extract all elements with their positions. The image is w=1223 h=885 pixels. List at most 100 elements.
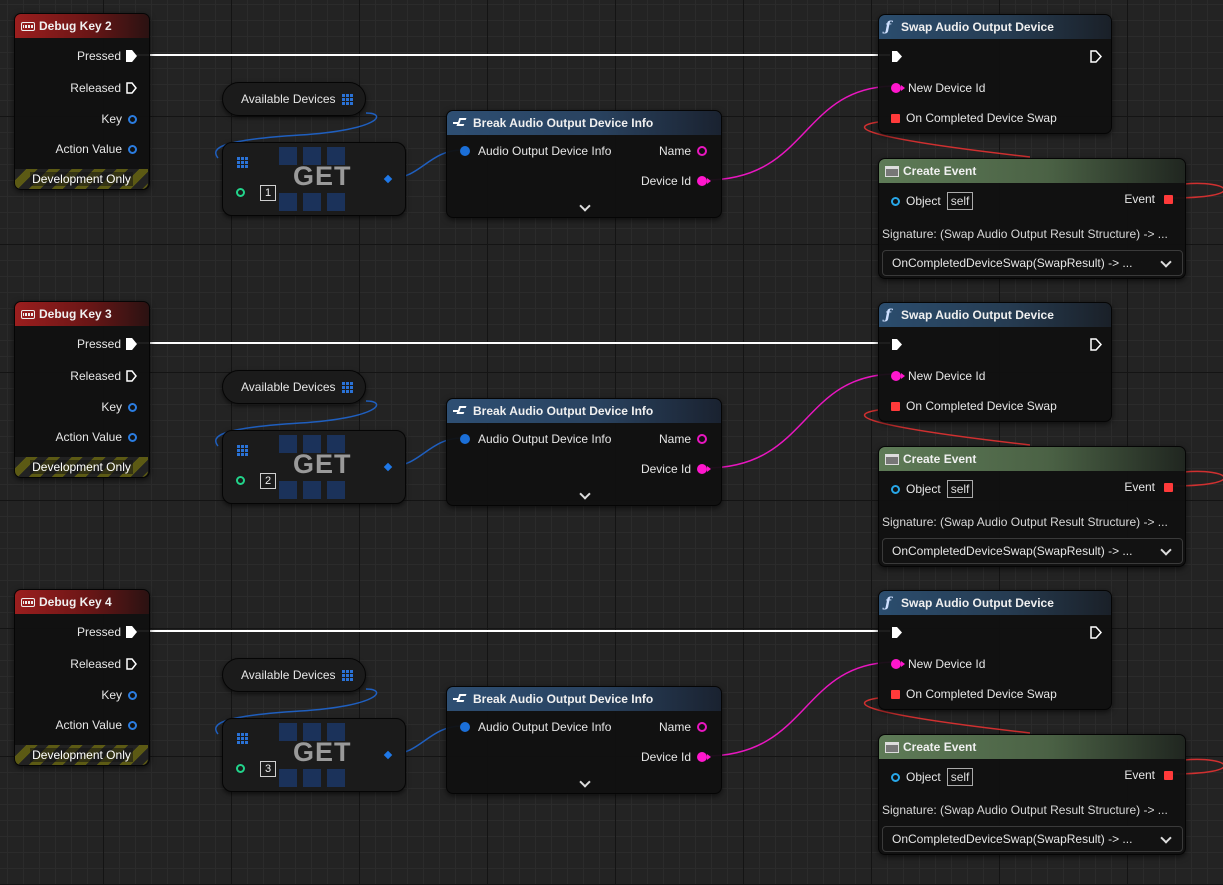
device-info-input-row[interactable]: Audio Output Device Info <box>460 432 611 446</box>
key-pin-icon[interactable] <box>128 114 137 124</box>
event-output-row[interactable]: Event <box>1124 480 1173 494</box>
array-get-node[interactable]: GET 2 <box>222 430 406 504</box>
function-dropdown[interactable]: OnCompletedDeviceSwap(SwapResult) -> ... <box>882 250 1183 276</box>
index-pin-icon[interactable] <box>236 188 245 197</box>
event-output-row[interactable]: Event <box>1124 768 1173 782</box>
on-completed-row[interactable]: On Completed Device Swap <box>891 399 1057 413</box>
struct-input-pin-icon[interactable] <box>460 722 470 732</box>
break-audio-output-device-info-node[interactable]: Break Audio Output Device Info Audio Out… <box>446 686 722 794</box>
pressed-pin-row[interactable]: Pressed <box>77 337 137 351</box>
name-output-pin-icon[interactable] <box>697 434 707 444</box>
delegate-pin-icon[interactable] <box>891 401 900 411</box>
delegate-pin-icon[interactable] <box>891 689 900 699</box>
key-pin-row[interactable]: Key <box>101 112 137 126</box>
key-pin-row[interactable]: Key <box>101 400 137 414</box>
index-input[interactable]: 3 <box>260 761 276 777</box>
name-output-row[interactable]: Name <box>659 720 707 734</box>
action-value-pin-icon[interactable] <box>128 720 137 730</box>
action-value-pin-icon[interactable] <box>128 144 137 154</box>
get-output-pin-icon[interactable] <box>383 174 393 184</box>
exec-out-pin-icon[interactable] <box>126 338 137 350</box>
key-pin-icon[interactable] <box>128 402 137 412</box>
name-output-pin-icon[interactable] <box>697 146 707 156</box>
event-output-pin-icon[interactable] <box>1164 770 1173 780</box>
exec-out-pin-icon[interactable] <box>126 50 137 62</box>
action-value-pin-row[interactable]: Action Value <box>56 430 137 444</box>
index-input[interactable]: 2 <box>260 473 276 489</box>
event-output-pin-icon[interactable] <box>1164 194 1173 204</box>
object-self-value[interactable]: self <box>946 768 974 786</box>
function-dropdown[interactable]: OnCompletedDeviceSwap(SwapResult) -> ... <box>882 826 1183 852</box>
object-pin-icon[interactable] <box>891 196 900 206</box>
object-pin-row[interactable]: Object self <box>891 192 974 210</box>
available-devices-node[interactable]: Available Devices <box>222 370 366 404</box>
index-input[interactable]: 1 <box>260 185 276 201</box>
exec-out-pin-icon[interactable] <box>1090 50 1103 63</box>
key-pin-row[interactable]: Key <box>101 688 137 702</box>
new-device-id-pin-icon[interactable] <box>891 659 905 669</box>
input-event-node[interactable]: Debug Key 4 Pressed Released Key Action … <box>14 589 150 766</box>
released-pin-row[interactable]: Released <box>70 81 137 95</box>
array-grid-icon[interactable] <box>237 445 248 456</box>
array-grid-icon[interactable] <box>341 381 353 393</box>
exec-out-pin-icon[interactable] <box>1090 338 1103 351</box>
device-id-output-row[interactable]: Device Id <box>641 462 711 476</box>
device-id-output-pin-icon[interactable] <box>697 176 711 186</box>
index-pin-icon[interactable] <box>236 476 245 485</box>
delegate-pin-icon[interactable] <box>891 113 900 123</box>
exec-out-pin-icon[interactable] <box>1090 626 1103 639</box>
new-device-id-pin-icon[interactable] <box>891 371 905 381</box>
on-completed-row[interactable]: On Completed Device Swap <box>891 111 1057 125</box>
index-pin-icon[interactable] <box>236 764 245 773</box>
exec-out-pin-icon[interactable] <box>126 626 137 638</box>
array-get-node[interactable]: GET 3 <box>222 718 406 792</box>
break-audio-output-device-info-node[interactable]: Break Audio Output Device Info Audio Out… <box>446 110 722 218</box>
function-dropdown[interactable]: OnCompletedDeviceSwap(SwapResult) -> ... <box>882 538 1183 564</box>
event-output-pin-icon[interactable] <box>1164 482 1173 492</box>
action-value-pin-row[interactable]: Action Value <box>56 142 137 156</box>
new-device-id-row[interactable]: New Device Id <box>891 657 985 671</box>
released-pin-row[interactable]: Released <box>70 657 137 671</box>
input-event-node[interactable]: Debug Key 2 Pressed Released Key Action … <box>14 13 150 190</box>
device-id-output-pin-icon[interactable] <box>697 752 711 762</box>
expand-chevron-icon[interactable] <box>579 488 591 500</box>
array-grid-icon[interactable] <box>341 669 353 681</box>
create-event-node[interactable]: Create Event Object self Event Signature… <box>878 734 1186 855</box>
struct-input-pin-icon[interactable] <box>460 434 470 444</box>
new-device-id-pin-icon[interactable] <box>891 83 905 93</box>
object-pin-icon[interactable] <box>891 484 900 494</box>
device-info-input-row[interactable]: Audio Output Device Info <box>460 144 611 158</box>
input-event-node[interactable]: Debug Key 3 Pressed Released Key Action … <box>14 301 150 478</box>
exec-out-pin-icon[interactable] <box>126 82 137 94</box>
object-self-value[interactable]: self <box>946 480 974 498</box>
expand-chevron-icon[interactable] <box>579 200 591 212</box>
object-pin-row[interactable]: Object self <box>891 768 974 786</box>
device-info-input-row[interactable]: Audio Output Device Info <box>460 720 611 734</box>
pressed-pin-row[interactable]: Pressed <box>77 625 137 639</box>
exec-out-pin-icon[interactable] <box>126 658 137 670</box>
action-value-pin-row[interactable]: Action Value <box>56 718 137 732</box>
swap-audio-output-device-node[interactable]: ƒ Swap Audio Output Device New Device Id… <box>878 14 1112 134</box>
name-output-row[interactable]: Name <box>659 144 707 158</box>
expand-chevron-icon[interactable] <box>579 776 591 788</box>
event-output-row[interactable]: Event <box>1124 192 1173 206</box>
action-value-pin-icon[interactable] <box>128 432 137 442</box>
exec-in-pin-icon[interactable] <box>891 50 902 62</box>
break-audio-output-device-info-node[interactable]: Break Audio Output Device Info Audio Out… <box>446 398 722 506</box>
key-pin-icon[interactable] <box>128 690 137 700</box>
name-output-row[interactable]: Name <box>659 432 707 446</box>
create-event-node[interactable]: Create Event Object self Event Signature… <box>878 446 1186 567</box>
get-output-pin-icon[interactable] <box>383 750 393 760</box>
exec-in-pin-icon[interactable] <box>891 338 902 350</box>
new-device-id-row[interactable]: New Device Id <box>891 369 985 383</box>
array-grid-icon[interactable] <box>237 157 248 168</box>
object-pin-row[interactable]: Object self <box>891 480 974 498</box>
name-output-pin-icon[interactable] <box>697 722 707 732</box>
device-id-output-row[interactable]: Device Id <box>641 750 711 764</box>
pressed-pin-row[interactable]: Pressed <box>77 49 137 63</box>
object-pin-icon[interactable] <box>891 772 900 782</box>
released-pin-row[interactable]: Released <box>70 369 137 383</box>
get-output-pin-icon[interactable] <box>383 462 393 472</box>
available-devices-node[interactable]: Available Devices <box>222 82 366 116</box>
array-grid-icon[interactable] <box>341 93 353 105</box>
